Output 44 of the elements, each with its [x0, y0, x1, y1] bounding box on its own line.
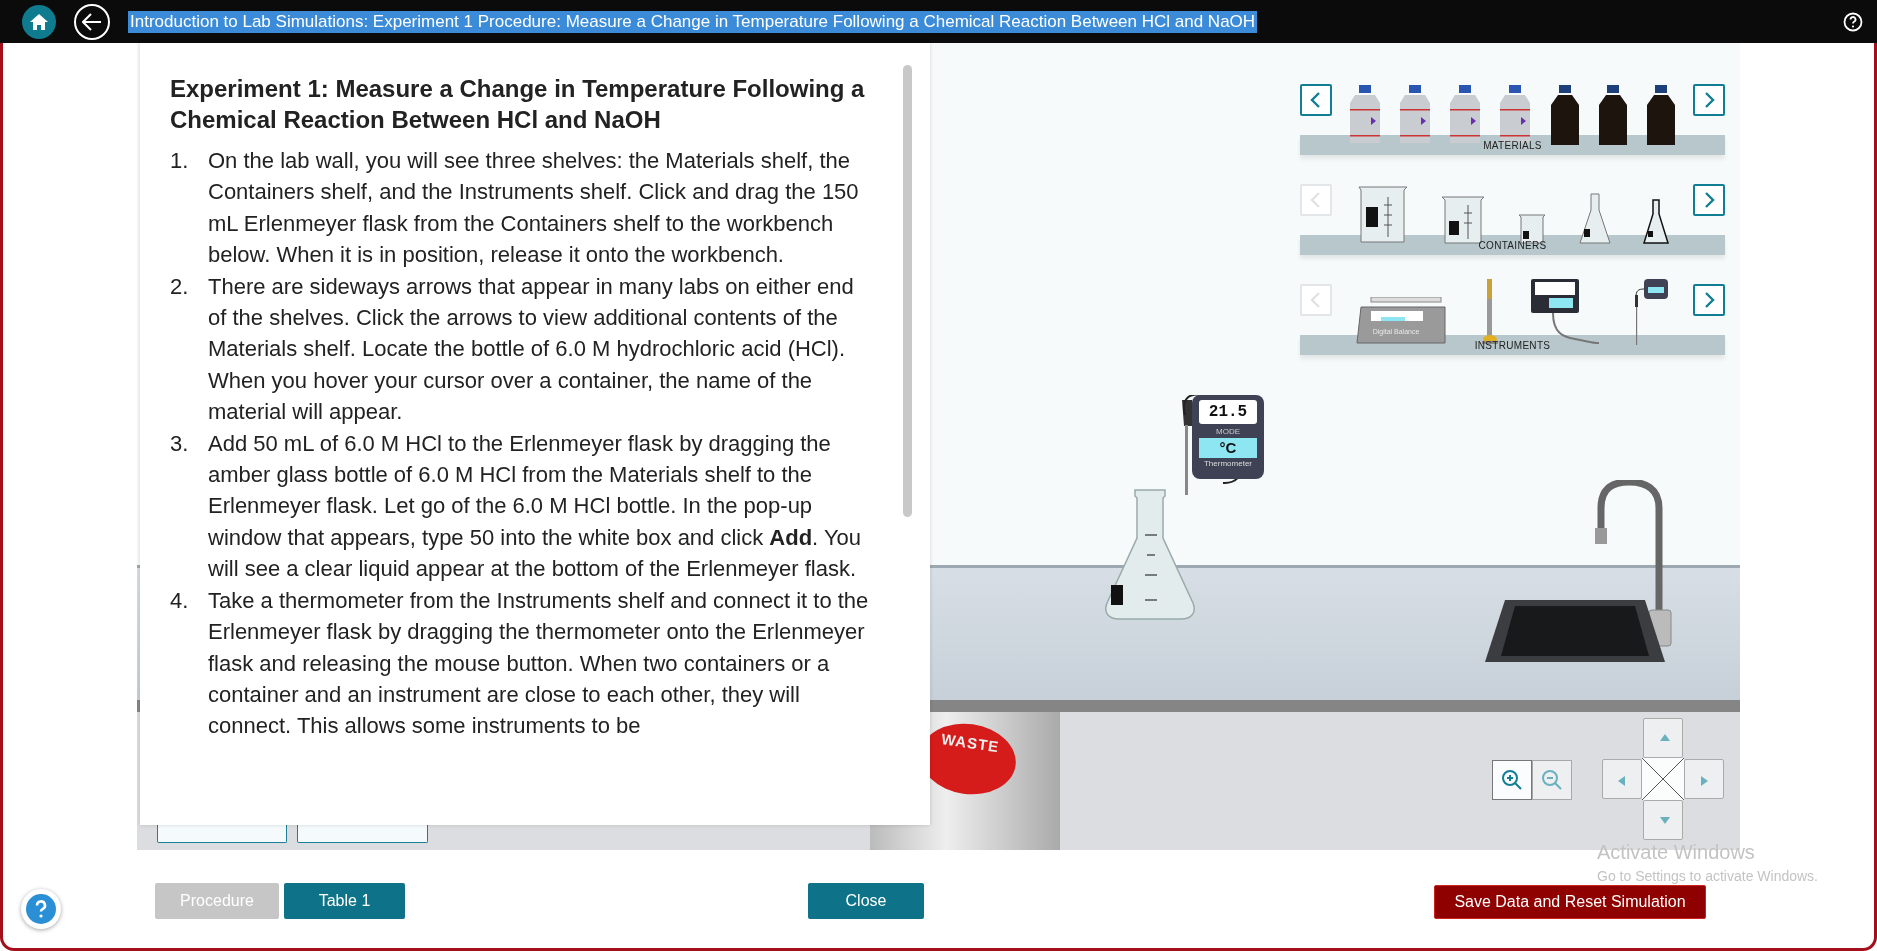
shelf-left-arrow-button[interactable] [1300, 84, 1332, 116]
flask-drawing [1578, 193, 1611, 245]
help-button[interactable] [1843, 11, 1863, 32]
step-number: 2. [170, 272, 190, 301]
timer-button[interactable] [297, 825, 428, 843]
home-button[interactable] [22, 4, 56, 39]
step-number: 4. [170, 586, 190, 615]
mode-label: MODE [1216, 426, 1240, 438]
bottle-drawing [1449, 85, 1482, 145]
zoom-in-icon [1501, 769, 1523, 791]
crosshair-icon [1642, 758, 1684, 800]
help-icon [26, 894, 56, 924]
home-icon [30, 13, 48, 30]
temperature-reading: 21.5 [1199, 400, 1257, 424]
step-text: There are sideways arrows that appear in many labs on either end of the shelves. Click the arrows to view additional contents of the Materials shelf. Locate the bottle of 6.0 M hydrochloric acid (HCl). When you hover your cursor over a container, the name of the material will appear. [208, 272, 855, 427]
waste-label: WASTE [939, 729, 1001, 758]
shelf-right-arrow-button[interactable] [1693, 284, 1725, 316]
unit-label: °C [1199, 438, 1257, 458]
shelf-right-arrow-button[interactable] [1693, 84, 1725, 116]
reset-lab-button[interactable] [157, 825, 287, 843]
shelf-right-arrow-button[interactable] [1693, 184, 1725, 216]
tab-button[interactable]: Table 1 [284, 883, 405, 919]
procedure-heading: Experiment 1: Measure a Change in Temperature Following a Chemical Reaction Between HCl and NaOH [170, 74, 866, 135]
back-button[interactable] [74, 3, 110, 40]
scrollbar[interactable] [903, 65, 912, 517]
activation-notice-text: Go to Settings to activate Windows. [1597, 868, 1818, 885]
flask-drawing [1642, 199, 1669, 245]
page-title: Introduction to Lab Simulations: Experiment 1 Procedure: Measure a Change in Temperature Following a Chemical Reaction Between HCl and NaOH [128, 10, 1258, 33]
step-text: Add 50 mL of 6.0 M HCl to the Erlenmeyer flask by dragging the amber glass bottle of 6.0 M HCl from the Materials shelf to the Erlenmeyer flask. Let go of the 6.0 M HCl bottle. In the pop-up window that appears, type 50 into the white box and click Add. You will see a clear liquid appear at the bottom of the Erlenmeyer flask. [208, 429, 863, 584]
help-icon [1843, 11, 1863, 32]
bottle-drawing [1399, 85, 1432, 145]
step-number: 1. [170, 147, 190, 175]
beaker-drawing [1356, 185, 1409, 245]
step-text: Take a thermometer from the Instruments shelf and connect it to the Erlenmeyer flask by dragging the thermometer onto the Erlenmeyer flask and releasing the mouse button. When two containers or a container and an instrument are close to each other, they will connect. This allows some instruments to be [208, 586, 870, 741]
activation-notice-title: Activate Windows [1597, 841, 1756, 864]
step-number: 3. [170, 429, 190, 458]
zoom-in-button[interactable] [1492, 760, 1532, 800]
zoom-out-icon [1541, 769, 1563, 791]
close-button[interactable]: Close [808, 883, 924, 919]
bottle-drawing [1349, 85, 1382, 145]
step-text: On the lab wall, you will see three shelves: the Materials shelf, the Containers shelf, and the Instruments shelf. Click and drag the 150 mL Erlenmeyer flask from the Containers shelf to the workbench below. When it is in position, release it onto the workbench. [208, 147, 860, 270]
thermometer-label: Thermometer [1204, 458, 1252, 470]
back-arrow-icon [82, 12, 102, 31]
save-reset-button[interactable]: Save Data and Reset Simulation [1434, 885, 1706, 919]
